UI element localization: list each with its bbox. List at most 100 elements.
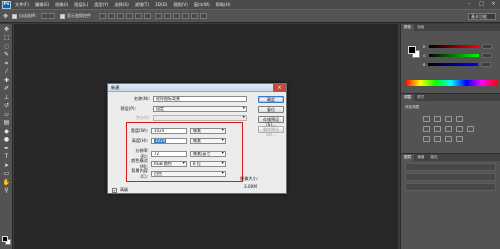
distribute-hcenter-icon[interactable] bbox=[191, 13, 199, 19]
align-right-icon[interactable] bbox=[144, 13, 152, 19]
distribute-top-icon[interactable] bbox=[155, 13, 163, 19]
menu-type[interactable]: 类型(Y) bbox=[91, 2, 111, 8]
height-unit-select[interactable]: 像素 bbox=[190, 138, 226, 144]
bg-content-select[interactable]: 白色 bbox=[151, 170, 226, 177]
gradient-map-icon[interactable] bbox=[456, 136, 463, 142]
slider-g-value[interactable] bbox=[481, 53, 492, 58]
slider-g-track[interactable] bbox=[428, 54, 479, 57]
color-swatches[interactable] bbox=[2, 236, 11, 245]
hue-saturation-icon[interactable] bbox=[434, 126, 441, 132]
vibrance-icon[interactable] bbox=[423, 126, 430, 132]
menu-select[interactable]: 选择(S) bbox=[111, 2, 131, 8]
tab-color[interactable]: 颜色 bbox=[401, 24, 415, 31]
size-select[interactable] bbox=[153, 115, 247, 121]
type-tool-icon[interactable]: T bbox=[2, 153, 11, 160]
dialog-titlebar[interactable]: 新建 bbox=[108, 84, 286, 92]
width-input[interactable]: 1024 bbox=[151, 128, 187, 134]
slider-b[interactable]: B bbox=[423, 62, 492, 67]
reset-button[interactable]: 复位 bbox=[258, 106, 284, 113]
align-vcenter-icon[interactable] bbox=[108, 13, 116, 19]
slider-b-track[interactable] bbox=[428, 63, 479, 66]
tab-adjustments[interactable]: 调整 bbox=[401, 94, 415, 101]
path-select-tool-icon[interactable]: ➤ bbox=[2, 162, 11, 169]
pen-tool-icon[interactable]: ✒ bbox=[2, 145, 11, 152]
name-input[interactable]: 钦伴图标背景 bbox=[153, 96, 247, 102]
align-left-icon[interactable] bbox=[126, 13, 134, 19]
black-white-icon[interactable] bbox=[456, 126, 463, 132]
auto-select-checkbox[interactable] bbox=[12, 13, 18, 19]
distribute-left-icon[interactable] bbox=[182, 13, 190, 19]
levels-icon[interactable] bbox=[434, 116, 441, 122]
lasso-tool-icon[interactable]: ◌ bbox=[2, 43, 11, 50]
lock-row[interactable] bbox=[405, 183, 496, 191]
menu-layer[interactable]: 图层(L) bbox=[71, 2, 91, 8]
hand-tool-icon[interactable]: ✋ bbox=[2, 179, 11, 186]
brush-tool-icon[interactable]: ✐ bbox=[2, 85, 11, 92]
eyedropper-tool-icon[interactable]: ⁄ bbox=[2, 68, 11, 75]
menu-filter[interactable]: 滤镜(T) bbox=[132, 2, 152, 8]
menu-image[interactable]: 图像(I) bbox=[52, 2, 71, 8]
move-tool-icon[interactable]: ✥ bbox=[2, 26, 11, 33]
panel-foreground-swatch[interactable] bbox=[408, 46, 416, 54]
height-input[interactable]: 1024 bbox=[151, 138, 187, 144]
curves-icon[interactable] bbox=[445, 116, 452, 122]
minimize-icon[interactable]: – bbox=[465, 1, 474, 8]
distribute-bottom-icon[interactable] bbox=[173, 13, 181, 19]
menu-file[interactable]: 文件(F) bbox=[12, 2, 32, 8]
tab-layers[interactable]: 图层 bbox=[401, 154, 415, 161]
slider-r-track[interactable] bbox=[428, 45, 479, 48]
save-preset-button[interactable]: 存储预设(S)... bbox=[258, 116, 284, 127]
show-transform-checkbox[interactable] bbox=[60, 13, 66, 19]
dialog-close-icon[interactable]: × bbox=[273, 84, 286, 92]
quick-select-tool-icon[interactable]: ✎ bbox=[2, 51, 11, 58]
bit-depth-select[interactable]: 8 位 bbox=[190, 160, 226, 167]
preset-select[interactable]: 自定 bbox=[153, 106, 247, 112]
posterize-icon[interactable] bbox=[434, 136, 441, 142]
move-tool-preset-icon[interactable]: ✥ bbox=[3, 13, 8, 20]
dodge-tool-icon[interactable]: ● bbox=[2, 136, 11, 143]
close-icon[interactable]: × bbox=[489, 1, 498, 8]
ok-button[interactable]: 确定 bbox=[258, 96, 284, 103]
gradient-tool-icon[interactable]: ▤ bbox=[2, 119, 11, 126]
brightness-icon[interactable] bbox=[423, 116, 430, 122]
color-mode-select[interactable]: RGB 颜色 bbox=[151, 160, 187, 167]
advanced-section[interactable]: » 高级 bbox=[112, 187, 128, 193]
advanced-toggle-icon[interactable]: » bbox=[112, 187, 117, 193]
tab-styles[interactable]: 样式 bbox=[414, 94, 427, 101]
align-bottom-icon[interactable] bbox=[117, 13, 125, 19]
tab-channels[interactable]: 通道 bbox=[414, 154, 427, 161]
distribute-vcenter-icon[interactable] bbox=[164, 13, 172, 19]
slider-b-value[interactable] bbox=[481, 62, 492, 67]
resolution-input[interactable]: 72 bbox=[151, 150, 187, 157]
crop-tool-icon[interactable]: ⌗ bbox=[2, 60, 11, 67]
slider-r[interactable]: R bbox=[423, 44, 492, 49]
resolution-unit-select[interactable]: 像素/英寸 bbox=[190, 150, 226, 157]
photo-filter-icon[interactable] bbox=[467, 126, 474, 132]
blur-tool-icon[interactable]: ◆ bbox=[2, 128, 11, 135]
zoom-tool-icon[interactable]: ⚲ bbox=[2, 187, 11, 194]
tab-paths[interactable]: 路径 bbox=[427, 154, 440, 161]
healing-tool-icon[interactable]: ✚ bbox=[2, 77, 11, 84]
foreground-color-swatch[interactable] bbox=[2, 236, 8, 242]
distribute-right-icon[interactable] bbox=[200, 13, 208, 19]
menu-view[interactable]: 视图(V) bbox=[170, 2, 191, 8]
workspace-select[interactable]: 基本功能 bbox=[468, 13, 496, 20]
blend-mode-row[interactable] bbox=[405, 173, 496, 181]
eraser-tool-icon[interactable]: ▱ bbox=[2, 111, 11, 118]
invert-icon[interactable] bbox=[423, 136, 430, 142]
tab-swatches[interactable]: 色板 bbox=[414, 24, 427, 31]
marquee-tool-icon[interactable]: ⬚ bbox=[2, 34, 11, 41]
shape-tool-icon[interactable]: ▭ bbox=[2, 170, 11, 177]
maximize-icon[interactable]: □ bbox=[477, 1, 486, 8]
menu-window[interactable]: 窗口(W) bbox=[191, 2, 213, 8]
align-hcenter-icon[interactable] bbox=[135, 13, 143, 19]
align-top-icon[interactable] bbox=[99, 13, 107, 19]
color-balance-icon[interactable] bbox=[445, 126, 452, 132]
width-unit-select[interactable]: 像素 bbox=[190, 128, 226, 134]
menu-3d[interactable]: 3D(D) bbox=[152, 2, 170, 7]
color-spectrum[interactable] bbox=[405, 80, 497, 86]
delete-preset-button[interactable]: 删除预设(D)... bbox=[258, 126, 284, 137]
threshold-icon[interactable] bbox=[445, 136, 452, 142]
history-brush-tool-icon[interactable]: ↺ bbox=[2, 102, 11, 109]
slider-g[interactable]: G bbox=[423, 53, 492, 58]
